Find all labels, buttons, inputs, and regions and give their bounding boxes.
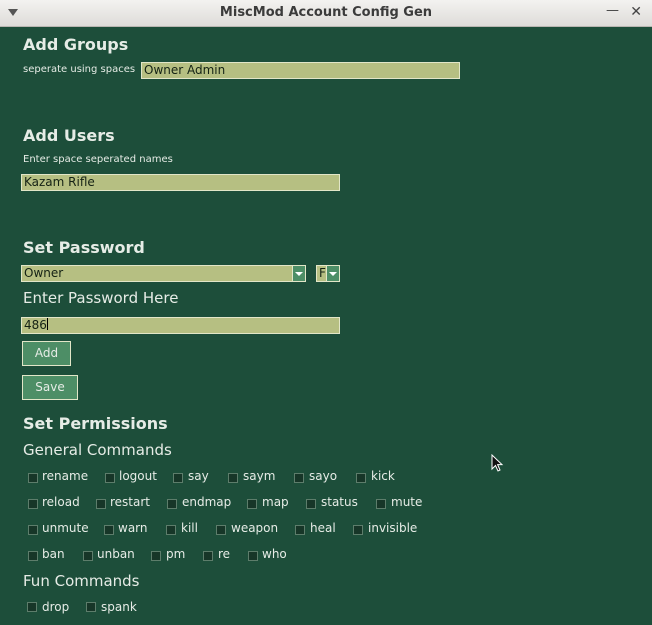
reload-checkbox[interactable] <box>28 499 38 509</box>
add-groups-hint: seperate using spaces <box>23 64 136 75</box>
say-checkbox[interactable] <box>173 473 183 483</box>
save-button[interactable]: Save <box>22 375 78 400</box>
chevron-down-icon[interactable] <box>326 266 339 281</box>
warn-label: warn <box>118 521 148 535</box>
unban-checkbox[interactable] <box>83 551 93 561</box>
pm-label: pm <box>166 547 186 561</box>
set-permissions-heading: Set Permissions <box>23 414 168 433</box>
saym-label: saym <box>243 469 276 483</box>
kick-label: kick <box>371 469 395 483</box>
users-input[interactable]: Kazam Rifle <box>21 174 340 191</box>
heal-checkbox[interactable] <box>295 525 305 535</box>
re-checkbox[interactable] <box>203 551 213 561</box>
map-checkbox[interactable] <box>247 499 257 509</box>
group-select-value: Owner <box>24 266 64 280</box>
type-select-value: F <box>319 266 326 280</box>
unban-label: unban <box>97 547 135 561</box>
type-select[interactable]: F <box>316 265 340 282</box>
pm-checkbox[interactable] <box>151 551 161 561</box>
status-label: status <box>321 495 358 509</box>
group-select[interactable]: Owner <box>21 265 306 282</box>
drop-checkbox[interactable] <box>27 602 37 612</box>
password-input[interactable]: 486 <box>21 317 340 334</box>
restart-checkbox[interactable] <box>96 499 106 509</box>
sayo-checkbox[interactable] <box>294 473 304 483</box>
ban-label: ban <box>42 547 65 561</box>
add-users-hint: Enter space seperated names <box>23 154 173 165</box>
weapon-checkbox[interactable] <box>216 525 226 535</box>
rename-checkbox[interactable] <box>28 473 38 483</box>
unmute-checkbox[interactable] <box>28 525 38 535</box>
set-password-heading: Set Password <box>23 238 145 257</box>
unmute-label: unmute <box>42 521 89 535</box>
fun-commands-heading: Fun Commands <box>23 572 140 590</box>
close-icon[interactable]: ✕ <box>630 4 642 20</box>
spank-label: spank <box>101 600 137 614</box>
mute-checkbox[interactable] <box>376 499 386 509</box>
logout-label: logout <box>119 469 157 483</box>
groups-input[interactable]: Owner Admin <box>141 62 460 79</box>
title-bar: MiscMod Account Config Gen — ✕ <box>0 0 652 27</box>
minimize-icon[interactable]: — <box>606 3 619 18</box>
endmap-label: endmap <box>182 495 232 509</box>
who-checkbox[interactable] <box>248 551 258 561</box>
heal-label: heal <box>310 521 336 535</box>
kick-checkbox[interactable] <box>356 473 366 483</box>
kill-label: kill <box>181 521 198 535</box>
ban-checkbox[interactable] <box>28 551 38 561</box>
kill-checkbox[interactable] <box>166 525 176 535</box>
invisible-label: invisible <box>368 521 418 535</box>
saym-checkbox[interactable] <box>228 473 238 483</box>
add-button[interactable]: Add <box>22 341 71 366</box>
weapon-label: weapon <box>231 521 279 535</box>
logout-checkbox[interactable] <box>105 473 115 483</box>
password-prompt: Enter Password Here <box>23 289 179 307</box>
restart-label: restart <box>110 495 151 509</box>
say-label: say <box>188 469 209 483</box>
mouse-pointer-icon <box>491 454 504 472</box>
text-caret <box>46 318 48 330</box>
mute-label: mute <box>391 495 423 509</box>
endmap-checkbox[interactable] <box>167 499 177 509</box>
status-checkbox[interactable] <box>306 499 316 509</box>
reload-label: reload <box>42 495 80 509</box>
spank-checkbox[interactable] <box>86 602 96 612</box>
window-title: MiscMod Account Config Gen <box>219 5 433 20</box>
map-label: map <box>262 495 289 509</box>
sayo-label: sayo <box>309 469 338 483</box>
drop-label: drop <box>42 600 70 614</box>
warn-checkbox[interactable] <box>104 525 114 535</box>
rename-label: rename <box>42 469 89 483</box>
general-commands-heading: General Commands <box>23 441 172 459</box>
re-label: re <box>218 547 231 561</box>
add-groups-heading: Add Groups <box>23 35 129 54</box>
who-label: who <box>262 547 287 561</box>
invisible-checkbox[interactable] <box>353 525 363 535</box>
main-panel: Add Groups seperate using spaces Owner A… <box>0 27 652 625</box>
add-users-heading: Add Users <box>23 126 115 145</box>
chevron-down-icon[interactable] <box>292 266 305 281</box>
password-value: 486 <box>24 318 47 332</box>
